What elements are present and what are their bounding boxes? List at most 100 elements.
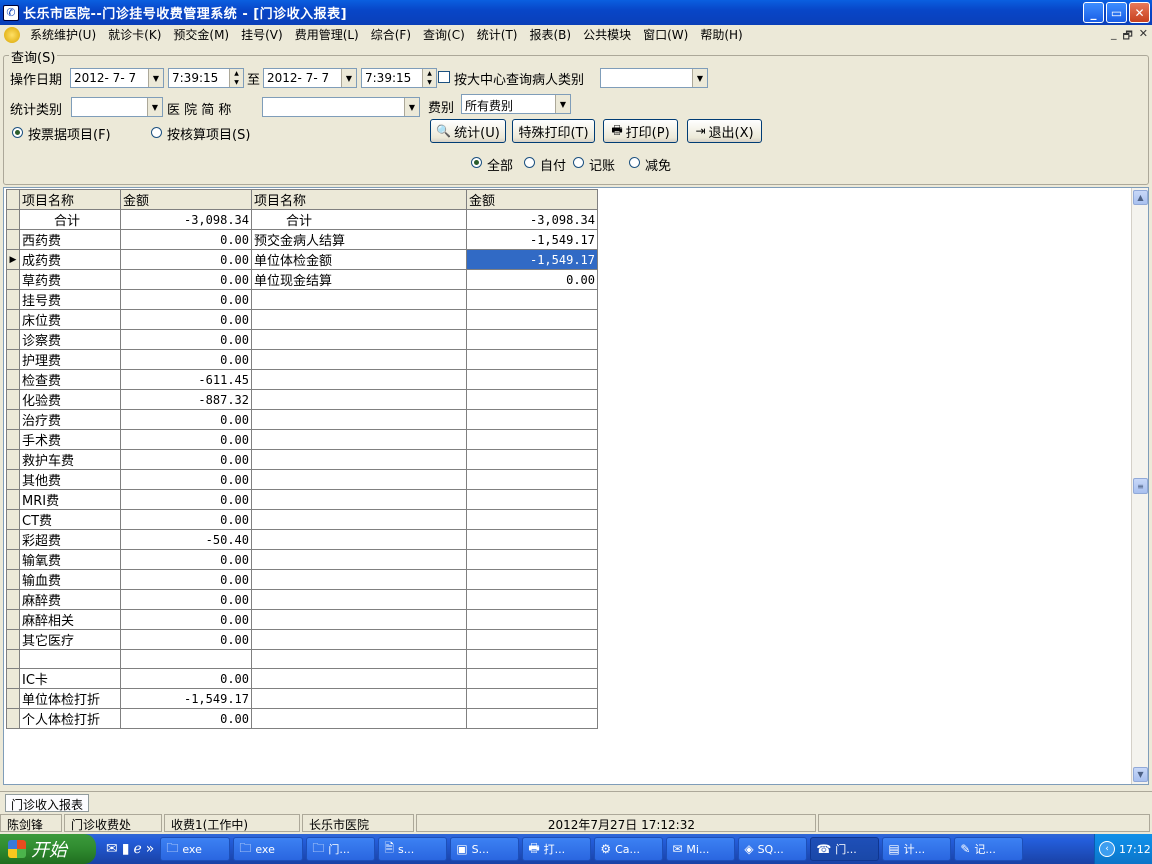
col-header-amount1[interactable]: 金额	[120, 189, 252, 210]
taskbar-item[interactable]: ✎ 记...	[954, 837, 1024, 861]
cell-amount[interactable]: -50.40	[120, 529, 252, 550]
col-header-item1[interactable]: 项目名称	[19, 189, 121, 210]
cell-item-name[interactable]: 麻醉相关	[19, 609, 121, 630]
cell-amount[interactable]: 0.00	[120, 708, 252, 729]
spin-arrows-icon[interactable]: ▲ ▼	[229, 69, 243, 87]
row-indicator[interactable]	[6, 269, 20, 290]
stat-type-select[interactable]: ▼	[71, 97, 163, 117]
mdi-close-button[interactable]: ✕	[1139, 27, 1148, 46]
cell-amount-2[interactable]	[466, 629, 598, 650]
time-from-spinner[interactable]: 7:39:15 ▲ ▼	[168, 68, 244, 88]
chevron-down-icon[interactable]: ▼	[404, 98, 419, 116]
mdi-restore-button[interactable]: 🗗	[1122, 27, 1132, 46]
row-indicator[interactable]	[6, 629, 20, 650]
radio-account-items[interactable]	[151, 127, 162, 138]
table-row[interactable]: 检查费 -611.45	[6, 369, 598, 390]
cell-item-name[interactable]: 床位费	[19, 309, 121, 330]
cell-item-name[interactable]: 麻醉费	[19, 589, 121, 610]
cell-amount-2[interactable]	[466, 688, 598, 709]
menu-card[interactable]: 就诊卡(K)	[102, 26, 167, 43]
close-button[interactable]: ✕	[1129, 2, 1150, 23]
cell-item-name-2[interactable]	[251, 369, 467, 390]
cell-amount-2[interactable]	[466, 389, 598, 410]
cell-item-name-2[interactable]: 单位体检金额	[251, 249, 467, 270]
row-indicator[interactable]	[6, 349, 20, 370]
cell-item-name[interactable]: 个人体检打折	[19, 708, 121, 729]
row-indicator[interactable]	[6, 708, 20, 729]
radio-pay-all[interactable]	[471, 157, 482, 168]
cell-amount[interactable]	[120, 649, 252, 669]
cell-amount-2[interactable]: -3,098.34	[466, 209, 598, 230]
chevron-down-icon[interactable]: ▼	[555, 95, 570, 113]
cell-amount-2[interactable]	[466, 309, 598, 330]
cell-amount[interactable]: 0.00	[120, 329, 252, 350]
taskbar-item[interactable]: 🗎 s...	[378, 837, 448, 861]
taskbar-item[interactable]: ⚙ Ca...	[594, 837, 664, 861]
col-header-item2[interactable]: 项目名称	[251, 189, 467, 210]
menu-query[interactable]: 查询(C)	[417, 26, 471, 43]
scroll-thumb[interactable]: ≡	[1133, 478, 1148, 494]
cell-item-name-2[interactable]	[251, 609, 467, 630]
table-row[interactable]: 治疗费 0.00	[6, 409, 598, 430]
cell-item-name[interactable]: 救护车费	[19, 449, 121, 470]
col-header-amount2[interactable]: 金额	[466, 189, 598, 210]
radio-pay-account[interactable]	[573, 157, 584, 168]
menu-window[interactable]: 窗口(W)	[637, 26, 694, 43]
row-indicator[interactable]	[6, 549, 20, 570]
special-print-button[interactable]: 特殊打印(T)	[512, 119, 595, 143]
outlook-icon[interactable]: ✉	[106, 841, 118, 857]
cell-amount-2[interactable]	[466, 369, 598, 390]
menu-stat[interactable]: 统计(T)	[471, 26, 524, 43]
cell-item-name[interactable]: 化验费	[19, 389, 121, 410]
fee-type-select[interactable]: 所有费别 ▼	[461, 94, 571, 114]
tab-income-report[interactable]: 门诊收入报表	[5, 794, 90, 812]
cell-amount[interactable]: 0.00	[120, 629, 252, 650]
taskbar-item[interactable]: 🗀 门...	[306, 837, 376, 861]
row-indicator[interactable]	[6, 309, 20, 330]
chevron-down-icon[interactable]: ▼	[692, 69, 707, 87]
table-row[interactable]: 个人体检打折 0.00	[6, 708, 598, 729]
cell-item-name-2[interactable]	[251, 509, 467, 530]
cell-amount-2[interactable]	[466, 329, 598, 350]
cell-amount[interactable]: 0.00	[120, 609, 252, 630]
cell-amount[interactable]: -1,549.17	[120, 688, 252, 709]
table-row[interactable]: 输氧费 0.00	[6, 549, 598, 570]
table-row[interactable]: 草药费 0.00 单位现金结算 0.00	[6, 269, 598, 290]
table-row[interactable]: 麻醉相关 0.00	[6, 609, 598, 630]
menu-general[interactable]: 综合(F)	[365, 26, 417, 43]
time-to-spinner[interactable]: 7:39:15 ▲ ▼	[361, 68, 437, 88]
cell-amount-2[interactable]	[466, 549, 598, 570]
cell-amount[interactable]: -3,098.34	[120, 209, 252, 230]
row-indicator[interactable]	[6, 409, 20, 430]
cell-amount-2[interactable]: 0.00	[466, 269, 598, 290]
row-indicator[interactable]	[6, 668, 20, 689]
row-indicator[interactable]	[6, 589, 20, 610]
table-row[interactable]: 麻醉费 0.00	[6, 589, 598, 610]
cell-item-name-2[interactable]	[251, 289, 467, 310]
table-row[interactable]: CT费 0.00	[6, 509, 598, 530]
table-row[interactable]: 护理费 0.00	[6, 349, 598, 370]
cell-item-name[interactable]: 其它医疗	[19, 629, 121, 650]
row-indicator[interactable]	[6, 529, 20, 550]
row-indicator[interactable]	[6, 209, 20, 230]
row-indicator[interactable]: ▶	[6, 249, 20, 270]
cell-amount-2[interactable]	[466, 449, 598, 470]
scroll-down-icon[interactable]: ▼	[1133, 767, 1148, 782]
table-row[interactable]: 彩超费 -50.40	[6, 529, 598, 550]
cell-amount[interactable]: -887.32	[120, 389, 252, 410]
cell-amount[interactable]: 0.00	[120, 349, 252, 370]
cell-item-name[interactable]: IC卡	[19, 668, 121, 689]
cell-item-name-2[interactable]	[251, 688, 467, 709]
cell-item-name[interactable]: 草药费	[19, 269, 121, 290]
vertical-scrollbar[interactable]: ▲ ≡ ▼	[1131, 188, 1148, 784]
app-menu-icon[interactable]	[4, 26, 20, 43]
cell-item-name-2[interactable]	[251, 629, 467, 650]
ie-icon[interactable]: ℯ	[133, 841, 141, 857]
row-indicator[interactable]	[6, 389, 20, 410]
income-report-grid[interactable]: 项目名称 金额 项目名称 金额 合计 -3,098.34 合计 -3,098.34 西药…	[6, 189, 598, 729]
cell-item-name[interactable]: 挂号费	[19, 289, 121, 310]
cell-amount[interactable]: 0.00	[120, 409, 252, 430]
row-indicator[interactable]	[6, 449, 20, 470]
cell-item-name[interactable]: 单位体检打折	[19, 688, 121, 709]
desktop-icon[interactable]: ▮	[122, 841, 130, 857]
